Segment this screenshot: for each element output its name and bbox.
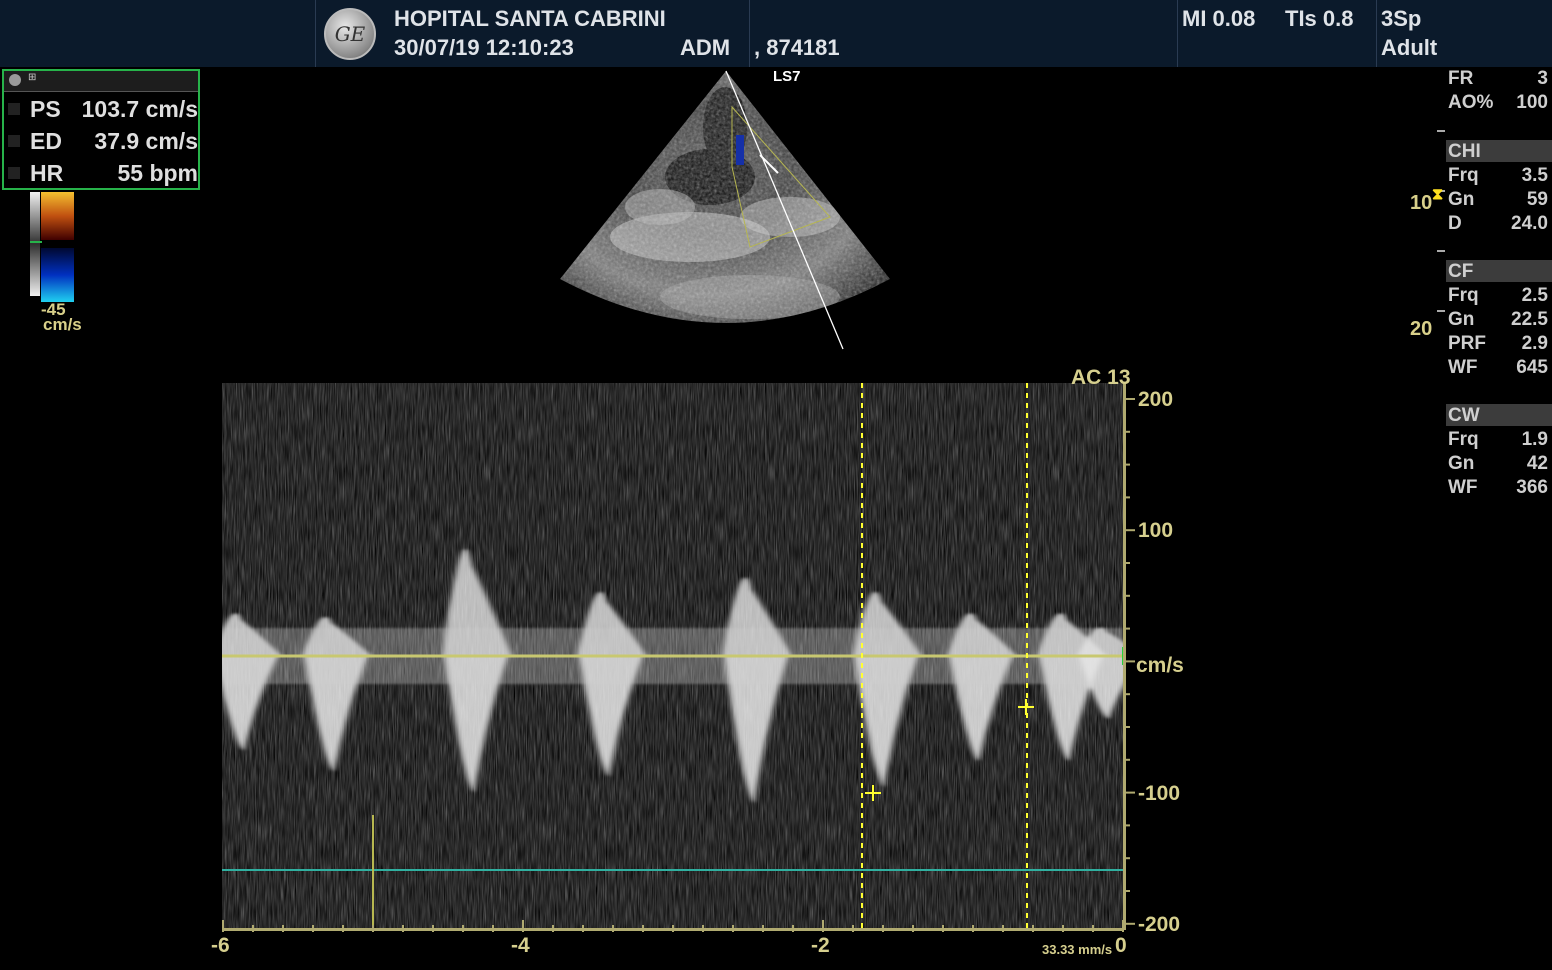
param-chi-d: D 24.0: [1448, 213, 1548, 234]
mechanical-index: MI 0.08: [1182, 6, 1256, 31]
operator-id: ADM: [680, 35, 731, 60]
measurement-row-hr: HR 55 bpm: [4, 158, 198, 190]
param-cw-wf: WF 366: [1448, 477, 1548, 498]
depth-mark-20: 20: [1410, 318, 1433, 340]
depth-mark-10: 10: [1410, 192, 1433, 214]
probe-name: 3Sp: [1381, 6, 1422, 31]
param-cw-gn: Gn 42: [1448, 453, 1548, 474]
header-bar: GE HOPITAL SANTA CABRINI 30/07/19 12:10:…: [0, 0, 1552, 67]
caliper-icon: ⊞: [28, 72, 37, 83]
color-velocity-bar-negative: [41, 248, 74, 302]
depth-scale: [1437, 67, 1445, 367]
color-velocity-bar-positive: [41, 192, 74, 240]
velocity-tick-label: -100: [1138, 782, 1181, 805]
measurement-value: 37.9 cm/s: [94, 128, 198, 154]
record-icon: [9, 74, 21, 86]
focus-icon[interactable]: ⧗: [1432, 186, 1443, 204]
velocity-tick-label: 100: [1138, 519, 1174, 542]
time-tick-label: -2: [811, 934, 830, 957]
velocity-axis-ticks: [1123, 398, 1135, 925]
color-flow-jet: [736, 135, 744, 165]
param-cw-frq: Frq 1.9: [1448, 429, 1548, 450]
sweep-speed: 33.33 mm/s: [1042, 942, 1113, 957]
section-cf: CF: [1446, 260, 1552, 282]
color-baseline-marker: [30, 241, 42, 243]
param-chi-frq: Frq 3.5: [1448, 165, 1548, 186]
section-cw: CW: [1446, 404, 1552, 426]
time-axis-ticks: [222, 920, 1124, 932]
measurement-box[interactable]: ⊞ PS 103.7 cm/s ED 37.9 cm/s HR 55 bpm: [2, 69, 200, 190]
measurement-row-ps: PS 103.7 cm/s: [4, 94, 198, 126]
time-tick-label: 0: [1115, 934, 1127, 957]
time-tick-label: -6: [211, 934, 230, 957]
velocity-tick-label: -200: [1138, 913, 1181, 936]
param-cf-gn: Gn 22.5: [1448, 309, 1548, 330]
measurement-label: HR: [30, 160, 64, 186]
param-cf-wf: WF 645: [1448, 357, 1548, 378]
thermal-index: TIs 0.8: [1285, 6, 1354, 31]
exam-datetime: 30/07/19 12:10:23: [394, 35, 574, 60]
time-tick-label: -4: [511, 934, 530, 957]
measurement-label: ED: [30, 128, 62, 154]
image-label: LS7: [773, 68, 801, 85]
ac-label: AC 13: [1071, 366, 1131, 389]
velocity-tick-label: 200: [1138, 388, 1174, 411]
color-scale-unit: cm/s: [43, 315, 82, 334]
param-fr: FR 3: [1448, 68, 1548, 89]
grayscale-bar: [30, 192, 40, 296]
param-ao: AO% 100: [1448, 92, 1548, 113]
measurement-row-ed: ED 37.9 cm/s: [4, 126, 198, 158]
doppler-spectrum[interactable]: [222, 383, 1123, 930]
param-cf-frq: Frq 2.5: [1448, 285, 1548, 306]
param-chi-gn: Gn 59: [1448, 189, 1548, 210]
param-cf-prf: PRF 2.9: [1448, 333, 1548, 354]
measurement-value: 55 bpm: [117, 160, 198, 186]
section-chi: CHI: [1446, 140, 1552, 162]
measurement-label: PS: [30, 96, 61, 122]
measurement-value: 103.7 cm/s: [81, 96, 198, 122]
preset-name: Adult: [1381, 35, 1438, 60]
measurement-box-titlebar[interactable]: ⊞: [4, 71, 198, 92]
velocity-unit: cm/s: [1136, 654, 1184, 677]
hospital-name: HOPITAL SANTA CABRINI: [394, 6, 666, 31]
ge-logo: GE: [324, 8, 376, 60]
echo-sector-image[interactable]: [540, 67, 920, 367]
patient-id: , 874181: [754, 35, 840, 60]
